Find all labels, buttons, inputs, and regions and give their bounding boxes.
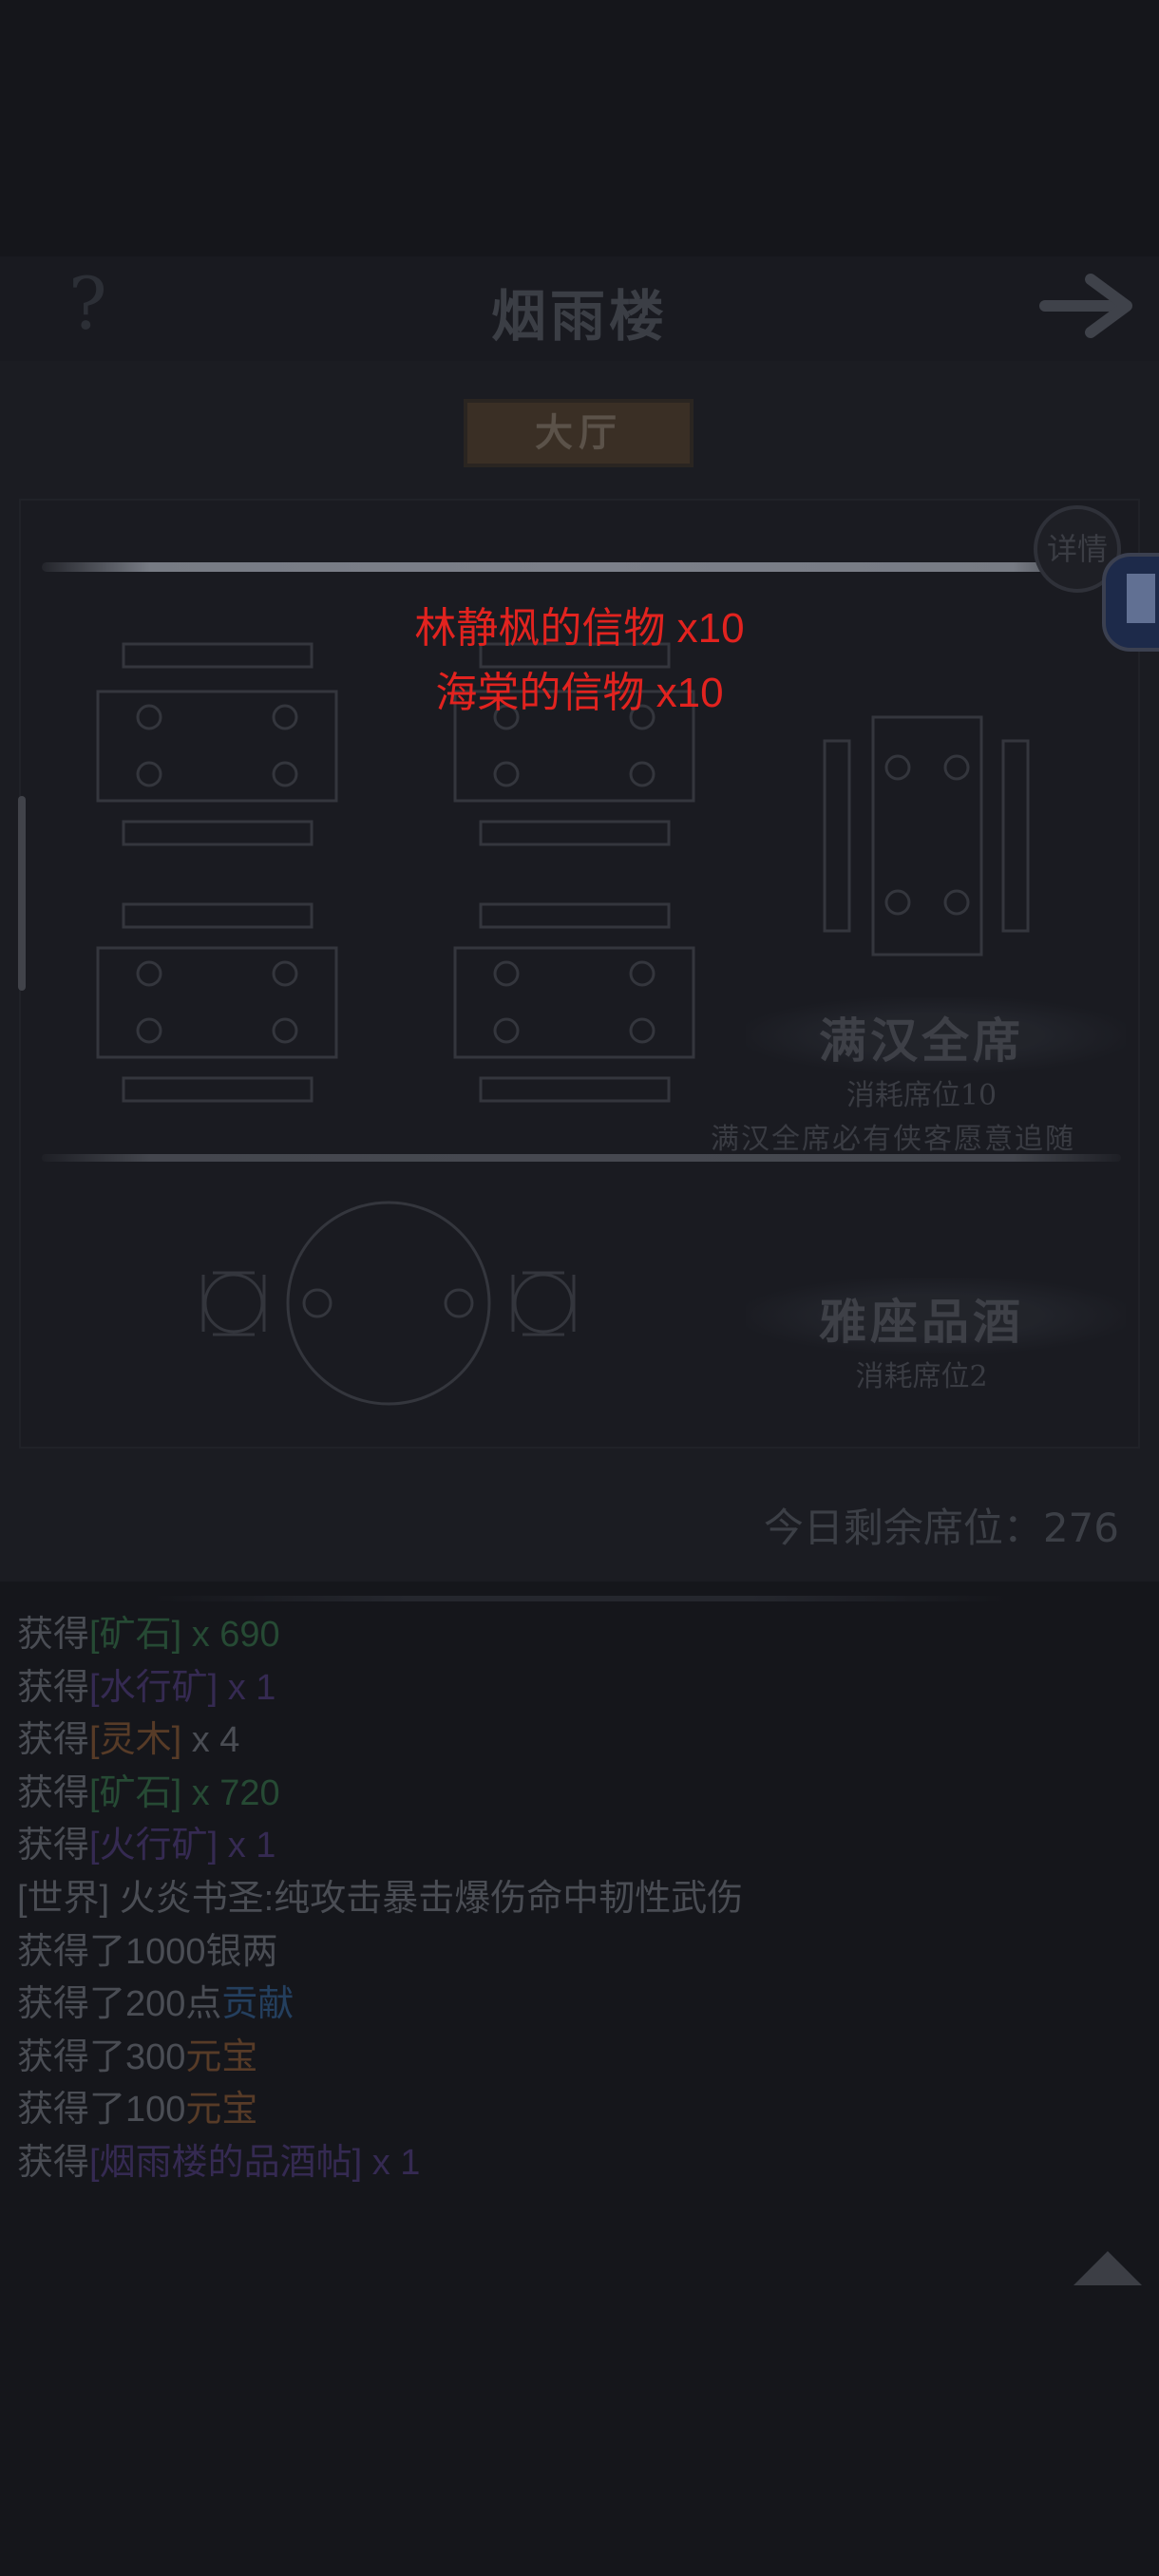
banquet-title: 满汉全席 bbox=[819, 1013, 1024, 1069]
log-item-link: 元宝 bbox=[185, 2090, 258, 2131]
log-suffix: x 4 bbox=[181, 1720, 240, 1761]
log-line: 获得[矿石] x 720 bbox=[17, 1768, 1138, 1821]
log-suffix: x 1 bbox=[218, 1826, 276, 1866]
log-item-link[interactable]: [矿石] bbox=[89, 1773, 181, 1813]
log-item-link: 元宝 bbox=[185, 2036, 258, 2077]
log-prefix: 获得了300 bbox=[17, 2036, 186, 2077]
log-prefix: 获得了100 bbox=[17, 2090, 186, 2131]
log-prefix: 获得 bbox=[17, 1720, 90, 1761]
wine-tasting-cost: 消耗席位2 bbox=[855, 1360, 988, 1393]
log-item-link[interactable]: [灵木] bbox=[89, 1720, 181, 1760]
log-prefix: 获得 bbox=[17, 1667, 90, 1708]
log-line: 获得了300元宝 bbox=[17, 2032, 1138, 2085]
log-line: 获得了100元宝 bbox=[17, 2084, 1138, 2137]
log-prefix: 获得 bbox=[17, 1772, 90, 1813]
log-item-link[interactable]: [火行矿] bbox=[89, 1826, 218, 1866]
banquet-note: 满汉全席必有侠客愿意追随 bbox=[711, 1123, 1075, 1156]
log-line: 获得[矿石] x 690 bbox=[17, 1609, 1138, 1662]
tab-hall[interactable]: 大厅 bbox=[464, 399, 694, 467]
reward-line: 海棠的信物 x10 bbox=[435, 670, 724, 716]
wine-tasting-title: 雅座品酒 bbox=[819, 1294, 1024, 1350]
log-line: 获得[灵木] x 4 bbox=[17, 1714, 1138, 1768]
log-suffix: x 720 bbox=[181, 1772, 280, 1813]
log-suffix: x 1 bbox=[218, 1667, 276, 1708]
remaining-seats: 今日剩余席位：276 bbox=[763, 1505, 1119, 1551]
scrollbar[interactable] bbox=[18, 796, 26, 991]
log-line-world: [世界] 火炎书圣:纯攻击暴击爆伤命中韧性武伤 bbox=[17, 1878, 744, 1919]
page-title: 烟雨楼 bbox=[490, 284, 668, 349]
log-suffix: x 690 bbox=[181, 1615, 280, 1655]
log-divider bbox=[152, 1596, 1007, 1601]
log-prefix: 获得了200点 bbox=[17, 1984, 222, 2025]
log-prefix: 获得 bbox=[17, 1615, 90, 1655]
log-item-link: 贡献 bbox=[221, 1984, 294, 2025]
log-line: 获得[水行矿] x 1 bbox=[17, 1662, 1138, 1715]
reward-popup: 林静枫的信物 x10 海棠的信物 x10 bbox=[0, 597, 1159, 726]
log-line: 获得了1000银两 bbox=[17, 1931, 278, 1972]
log-prefix: 获得 bbox=[17, 2142, 90, 2183]
banquet-cost: 消耗席位10 bbox=[846, 1079, 998, 1112]
log-item-link[interactable]: [烟雨楼的品酒帖] bbox=[89, 2143, 362, 2183]
log-line: 获得[烟雨楼的品酒帖] x 1 bbox=[17, 2137, 1138, 2190]
log-item-link[interactable]: [矿石] bbox=[89, 1615, 181, 1655]
reward-line: 林静枫的信物 x10 bbox=[414, 605, 745, 652]
log-item-link[interactable]: [水行矿] bbox=[89, 1668, 218, 1708]
message-log[interactable]: 获得[矿石] x 690 获得[水行矿] x 1 获得[灵木] x 4 获得[矿… bbox=[17, 1609, 1138, 2190]
log-line: 获得了200点贡献 bbox=[17, 1979, 1138, 2032]
log-line: 获得[火行矿] x 1 bbox=[17, 1820, 1138, 1873]
collapse-up-icon[interactable] bbox=[1074, 2251, 1142, 2285]
bottom-area bbox=[0, 2318, 1159, 2576]
arrow-right-icon[interactable] bbox=[1039, 268, 1138, 344]
log-prefix: 获得 bbox=[17, 1826, 90, 1866]
log-suffix: x 1 bbox=[362, 2142, 421, 2183]
